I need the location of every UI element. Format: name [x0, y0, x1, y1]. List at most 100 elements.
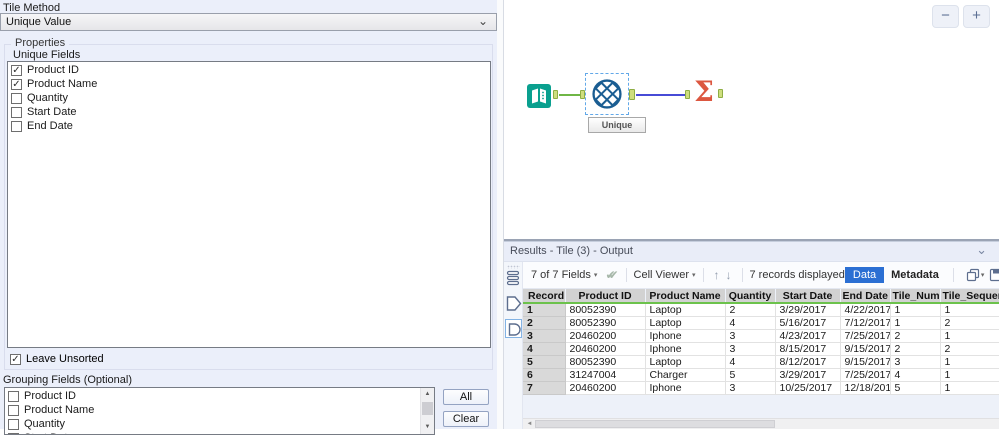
cell[interactable]: 3 [725, 330, 775, 343]
cell[interactable]: 1 [890, 317, 940, 330]
all-button[interactable]: All [443, 389, 489, 405]
grouping-scrollbar[interactable]: ▲ ▼ [420, 388, 434, 434]
unique-field-product-id[interactable]: ✓Product ID [8, 63, 490, 77]
unique-field-quantity[interactable]: Quantity [8, 91, 490, 105]
unique-field-end-date[interactable]: End Date [8, 119, 490, 133]
cell[interactable]: 4 [725, 317, 775, 330]
checkbox[interactable]: ✓ [11, 65, 22, 76]
checkbox[interactable]: ✓ [11, 79, 22, 90]
cell[interactable]: 3/29/2017 [775, 369, 840, 382]
unique-fields-listbox[interactable]: ✓Product ID✓Product NameQuantityStart Da… [7, 61, 491, 348]
scroll-down-icon[interactable]: ▼ [421, 421, 434, 434]
results-title-bar[interactable]: Results - Tile (3) - Output ⌄ [504, 242, 999, 262]
scrollbar-thumb[interactable] [535, 420, 775, 428]
output-anchor[interactable] [718, 89, 723, 98]
leave-unsorted-checkbox[interactable]: ✓ Leave Unsorted [10, 352, 104, 366]
cell[interactable]: 20460200 [565, 330, 645, 343]
column-header-quantity[interactable]: Quantity [725, 289, 775, 303]
tile-tool-icon[interactable] [592, 79, 622, 109]
checkbox[interactable] [11, 93, 22, 104]
cell[interactable]: 31247004 [565, 369, 645, 382]
cell[interactable]: 3/29/2017 [775, 303, 840, 317]
panel-splitter[interactable] [497, 0, 504, 429]
input-data-tool-icon[interactable] [527, 84, 551, 108]
cell[interactable]: 10/25/2017 [775, 382, 840, 395]
checkbox[interactable] [8, 391, 19, 402]
connection-wire[interactable] [559, 94, 580, 96]
column-header-tile-num[interactable]: Tile_Num [890, 289, 940, 303]
results-horizontal-scrollbar[interactable]: ◄ ► [523, 418, 999, 429]
cell[interactable]: 8/15/2017 [775, 343, 840, 356]
unique-field-start-date[interactable]: Start Date [8, 105, 490, 119]
cell[interactable]: 5/16/2017 [775, 317, 840, 330]
cell[interactable]: 3 [725, 382, 775, 395]
tool-annotation[interactable]: Unique Value [588, 117, 646, 133]
output-anchor[interactable] [629, 89, 635, 100]
checkbox[interactable] [11, 107, 22, 118]
fields-dropdown[interactable]: 7 of 7 Fields [531, 269, 591, 281]
record-number[interactable]: 7 [523, 382, 565, 395]
cell[interactable]: 80052390 [565, 303, 645, 317]
cell[interactable]: 2 [940, 317, 999, 330]
apply-check-icon[interactable]: ✔✔ [605, 268, 618, 282]
cell[interactable]: 4/22/2017 [840, 303, 890, 317]
scrollbar-thumb[interactable] [422, 402, 433, 415]
cell[interactable]: Charger [645, 369, 725, 382]
cell[interactable]: 9/15/2017 [840, 343, 890, 356]
cell[interactable]: Iphone [645, 343, 725, 356]
connection-wire[interactable] [636, 94, 685, 96]
summarize-tool-icon[interactable]: Σ [690, 77, 718, 107]
grouping-field-product-id[interactable]: Product ID [5, 389, 420, 403]
cell[interactable]: 3 [725, 343, 775, 356]
workflow-canvas[interactable]: − + Unique Value Σ [504, 0, 999, 241]
dropdown-caret-icon[interactable]: ▾ [692, 271, 696, 279]
tab-data[interactable]: Data [845, 267, 884, 283]
checkbox[interactable] [8, 405, 19, 416]
cell[interactable]: Laptop [645, 356, 725, 369]
cell[interactable]: 7/25/2017 [840, 369, 890, 382]
scroll-left-icon[interactable]: ◄ [524, 419, 535, 429]
zoom-in-button[interactable]: + [963, 5, 990, 28]
record-number[interactable]: 3 [523, 330, 565, 343]
tile-method-dropdown[interactable]: Unique Value ⌄ [0, 13, 497, 31]
cell[interactable]: 1 [890, 303, 940, 317]
cell[interactable]: 1 [940, 356, 999, 369]
cell[interactable]: 8/12/2017 [775, 356, 840, 369]
unique-field-product-name[interactable]: ✓Product Name [8, 77, 490, 91]
record-number[interactable]: 5 [523, 356, 565, 369]
cell[interactable]: Laptop [645, 303, 725, 317]
data-stream-icon[interactable] [506, 270, 521, 286]
scroll-up-icon[interactable]: ▲ [421, 388, 434, 401]
grouping-field-product-name[interactable]: Product Name [5, 403, 420, 417]
cell[interactable]: 3 [890, 356, 940, 369]
cell[interactable]: 4 [890, 369, 940, 382]
cell[interactable]: 2 [940, 343, 999, 356]
cell[interactable]: 2 [890, 343, 940, 356]
cell[interactable]: 2 [725, 303, 775, 317]
cell[interactable]: 12/18/2017 [840, 382, 890, 395]
cell[interactable]: 7/25/2017 [840, 330, 890, 343]
cell[interactable]: 80052390 [565, 356, 645, 369]
output-connection-icon[interactable] [505, 319, 522, 338]
checkbox[interactable] [8, 419, 19, 430]
grouping-field-start-date[interactable]: Start Date [5, 431, 420, 435]
column-header-tile-sequencenum[interactable]: Tile_SequenceNum [940, 289, 999, 303]
cell[interactable]: 1 [940, 330, 999, 343]
column-header-product-name[interactable]: Product Name [645, 289, 725, 303]
column-header-product-id[interactable]: Product ID [565, 289, 645, 303]
cell[interactable]: 1 [940, 382, 999, 395]
tab-metadata[interactable]: Metadata [884, 267, 946, 283]
up-arrow-icon[interactable]: ↑ [714, 268, 720, 282]
cell[interactable]: 1 [940, 303, 999, 317]
cell[interactable]: 9/15/2017 [840, 356, 890, 369]
cell[interactable]: 5 [890, 382, 940, 395]
checkbox[interactable]: ✓ [10, 354, 21, 365]
record-number[interactable]: 4 [523, 343, 565, 356]
zoom-out-button[interactable]: − [932, 5, 959, 28]
record-number[interactable]: 6 [523, 369, 565, 382]
column-header-end-date[interactable]: End Date [840, 289, 890, 303]
column-header-start-date[interactable]: Start Date [775, 289, 840, 303]
input-connection-icon[interactable] [506, 295, 522, 312]
output-anchor[interactable] [553, 90, 558, 99]
cell[interactable]: 20460200 [565, 343, 645, 356]
